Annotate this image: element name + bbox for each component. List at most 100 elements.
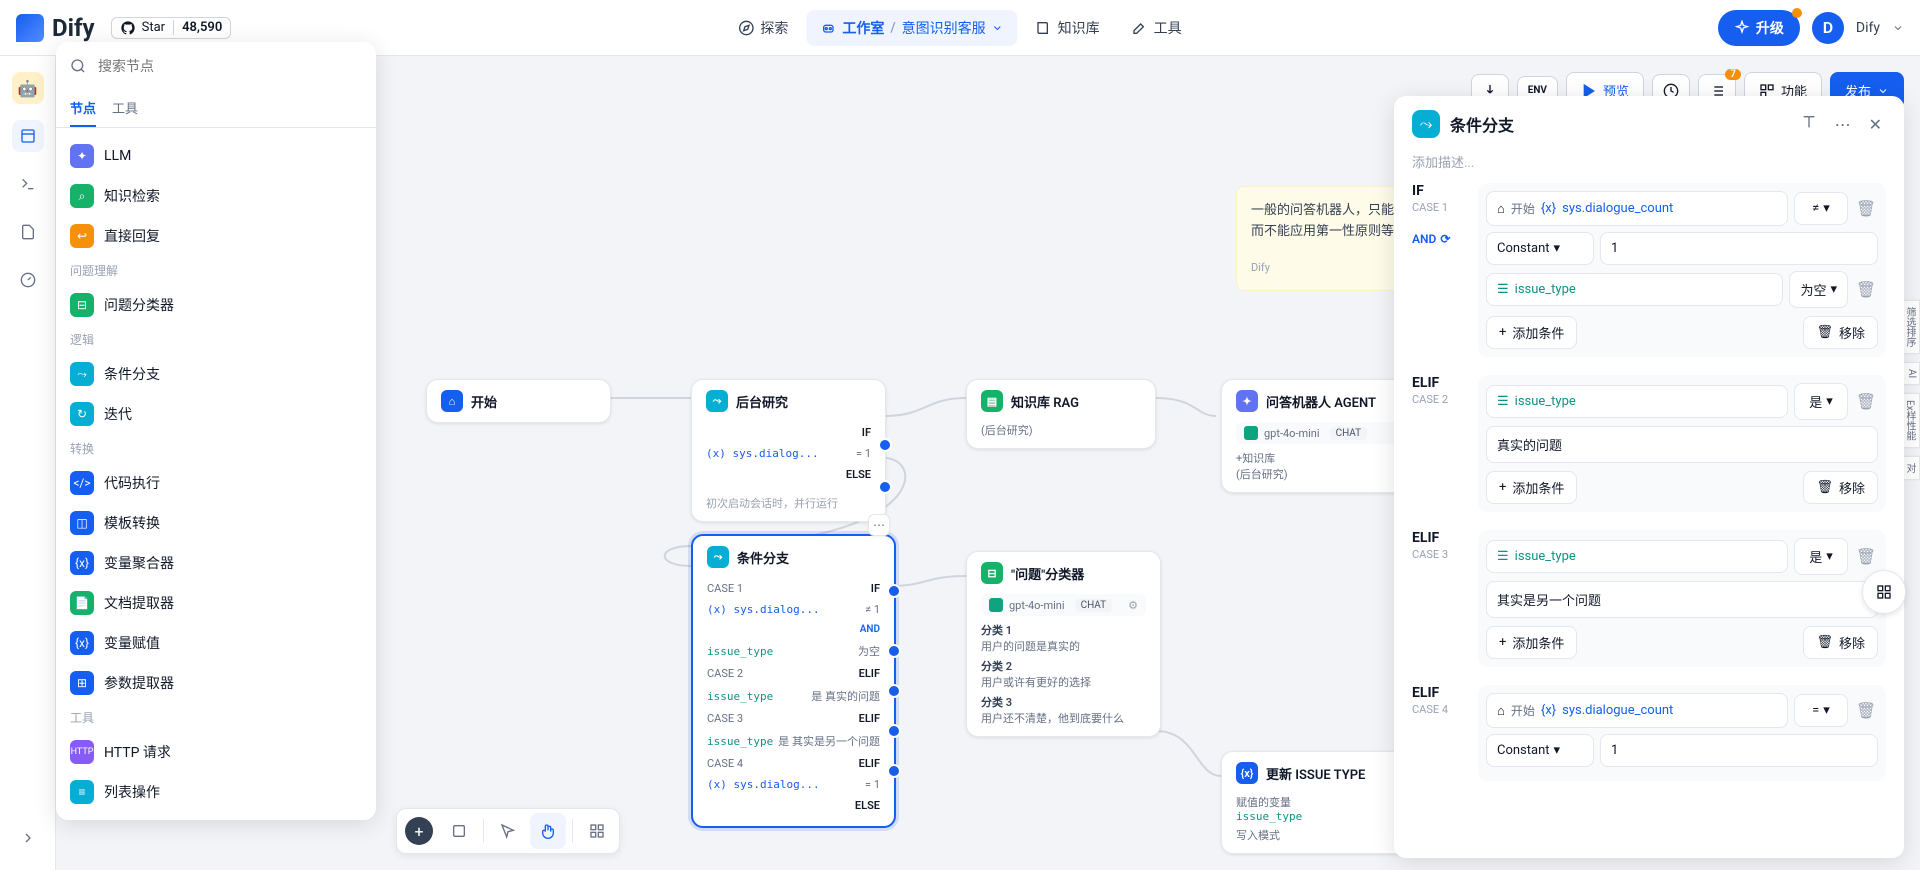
sidebar-debug[interactable]	[12, 168, 44, 200]
inspector-body: IF CASE 1 AND ⟳ ⌂开始{x}sys.dialogue_count…	[1394, 183, 1904, 858]
remove-case-button[interactable]: 🗑 移除	[1803, 316, 1878, 349]
node-search-input[interactable]	[70, 52, 362, 80]
node-menu-button[interactable]: ⋯	[868, 514, 890, 536]
cond-var[interactable]: ☰issue_type	[1486, 273, 1783, 306]
remove-case-button[interactable]: 🗑 移除	[1803, 626, 1878, 659]
cat-transform: 转换	[56, 434, 376, 463]
cond-var[interactable]: ☰issue_type	[1486, 385, 1788, 418]
sidebar-logs[interactable]	[12, 216, 44, 248]
cond-var[interactable]: ⌂开始{x}sys.dialogue_count	[1486, 693, 1788, 728]
cond-value-type[interactable]: Constant ▾	[1486, 734, 1594, 767]
nav-right: 升级 D Dify	[1718, 10, 1904, 46]
cond-value-input[interactable]: 真实的问题	[1486, 426, 1878, 463]
cond-op[interactable]: ≠ ▾	[1794, 192, 1848, 225]
port[interactable]	[878, 480, 892, 494]
node-update-issue[interactable]: {x}更新 ISSUE TYPE 赋值的变量 issue_type 写入模式	[1221, 751, 1421, 854]
node-condition-branch[interactable]: ⋯ ⤳条件分支 CASE 1IF (x) sys.dialog...≠ 1 AN…	[691, 534, 896, 828]
breadcrumb-app[interactable]: 意图识别客服	[902, 18, 986, 38]
cond-op[interactable]: = ▾	[1794, 694, 1848, 727]
node-knowledge-rag[interactable]: ▤知识库 RAG (后台研究)	[966, 379, 1156, 449]
port[interactable]	[887, 644, 901, 658]
app-icon[interactable]: 🤖	[12, 72, 44, 104]
remove-case-button[interactable]: 🗑 移除	[1803, 471, 1878, 504]
cat-logic: 逻辑	[56, 325, 376, 354]
node-llm[interactable]: ✦LLM	[56, 136, 376, 176]
port[interactable]	[887, 724, 901, 738]
nav-knowledge[interactable]: 知识库	[1022, 10, 1114, 46]
node-extract-doc[interactable]: 📄文档提取器	[56, 583, 376, 623]
gauge-icon	[20, 272, 36, 288]
add-condition-button[interactable]: + 添加条件	[1486, 316, 1577, 349]
delete-cond[interactable]: 🗑	[1854, 392, 1878, 411]
cond-value-type[interactable]: Constant ▾	[1486, 232, 1594, 265]
node-assign[interactable]: {x}变量赋值	[56, 623, 376, 663]
cond-value-input[interactable]: 其实是另一个问题	[1486, 581, 1878, 618]
pointer-tool[interactable]	[490, 813, 526, 849]
upgrade-button[interactable]: 升级	[1718, 10, 1800, 46]
sidebar-collapse[interactable]	[12, 822, 44, 854]
node-question-classifier[interactable]: ⊟"问题"分类器 gpt-4o-miniCHAT⚙ 分类 1 用户的问题是真实的…	[966, 551, 1161, 737]
delete-cond[interactable]: 🗑	[1854, 547, 1878, 566]
add-condition-button[interactable]: + 添加条件	[1486, 626, 1577, 659]
port[interactable]	[878, 438, 892, 452]
note-tool[interactable]	[441, 813, 477, 849]
sidebar-monitor[interactable]	[12, 264, 44, 296]
port[interactable]	[887, 764, 901, 778]
and-toggle[interactable]: AND ⟳	[1412, 232, 1466, 246]
port[interactable]	[887, 584, 901, 598]
gear-icon[interactable]: ⚙	[1128, 599, 1138, 612]
cond-value-input[interactable]: 1	[1600, 232, 1878, 265]
description-input[interactable]: 添加描述...	[1394, 152, 1904, 183]
cond-var[interactable]: ⌂开始{x}sys.dialogue_count	[1486, 191, 1788, 226]
node-reply[interactable]: ↩直接回复	[56, 216, 376, 256]
sidebar-workflow[interactable]	[12, 120, 44, 152]
cat-understand: 问题理解	[56, 256, 376, 285]
logo-mark-icon	[16, 14, 44, 42]
cond-value-input[interactable]: 1	[1600, 734, 1878, 767]
avatar[interactable]: D	[1812, 12, 1844, 44]
more-button[interactable]: ⋯	[1831, 111, 1855, 138]
logo[interactable]: Dify	[16, 14, 95, 42]
chevron-down-icon	[1877, 85, 1889, 97]
delete-cond[interactable]: 🗑	[1854, 701, 1878, 720]
github-star-badge[interactable]: Star 48,590	[111, 17, 232, 39]
close-button[interactable]: ✕	[1865, 111, 1886, 138]
node-list[interactable]: ≡列表操作	[56, 772, 376, 812]
assign-icon: {x}	[70, 631, 94, 655]
node-http[interactable]: HTTPHTTP 请求	[56, 732, 376, 772]
node-iterate[interactable]: ↻迭代	[56, 394, 376, 434]
user-name[interactable]: Dify	[1856, 20, 1880, 36]
add-condition-button[interactable]: + 添加条件	[1486, 471, 1577, 504]
delete-cond[interactable]: 🗑	[1854, 280, 1878, 299]
port[interactable]	[887, 684, 901, 698]
node-if[interactable]: ⤳条件分支	[56, 354, 376, 394]
hand-tool[interactable]	[530, 813, 566, 849]
organize-float-button[interactable]	[1862, 570, 1906, 614]
node-classifier[interactable]: ⊟问题分类器	[56, 285, 376, 325]
cond-op[interactable]: 是 ▾	[1794, 538, 1848, 575]
chevron-down-icon[interactable]	[1892, 22, 1904, 34]
node-template[interactable]: ◫模板转换	[56, 503, 376, 543]
cond-var[interactable]: ☰issue_type	[1486, 540, 1788, 573]
case-3: ELIFCASE 3 ☰issue_type 是 ▾ 🗑 其实是另一个问题 + …	[1412, 530, 1886, 667]
tab-tools[interactable]: 工具	[112, 90, 138, 127]
tab-nodes[interactable]: 节点	[70, 90, 96, 127]
node-param[interactable]: ⊞参数提取器	[56, 663, 376, 703]
nav-explore[interactable]: 探索	[724, 10, 802, 46]
nav-studio[interactable]: 工作室 / 意图识别客服	[806, 10, 1017, 46]
delete-cond[interactable]: 🗑	[1854, 199, 1878, 218]
node-start[interactable]: ⌂开始	[426, 379, 611, 423]
compass-icon	[738, 20, 754, 36]
layout-tool[interactable]	[579, 813, 615, 849]
book-icon	[1036, 20, 1052, 36]
node-title: 更新 ISSUE TYPE	[1266, 764, 1365, 783]
nav-tools[interactable]: 工具	[1118, 10, 1196, 46]
node-knowledge[interactable]: ⌕知识检索	[56, 176, 376, 216]
cond-op[interactable]: 为空 ▾	[1789, 271, 1848, 308]
node-research[interactable]: ⤳后台研究 IF (x) sys.dialog...= 1 ELSE 初次启动会…	[691, 379, 886, 522]
docs-button[interactable]	[1797, 110, 1821, 138]
node-code[interactable]: </>代码执行	[56, 463, 376, 503]
node-aggregate[interactable]: {x}变量聚合器	[56, 543, 376, 583]
add-node-button[interactable]: +	[405, 817, 433, 845]
cond-op[interactable]: 是 ▾	[1794, 383, 1848, 420]
